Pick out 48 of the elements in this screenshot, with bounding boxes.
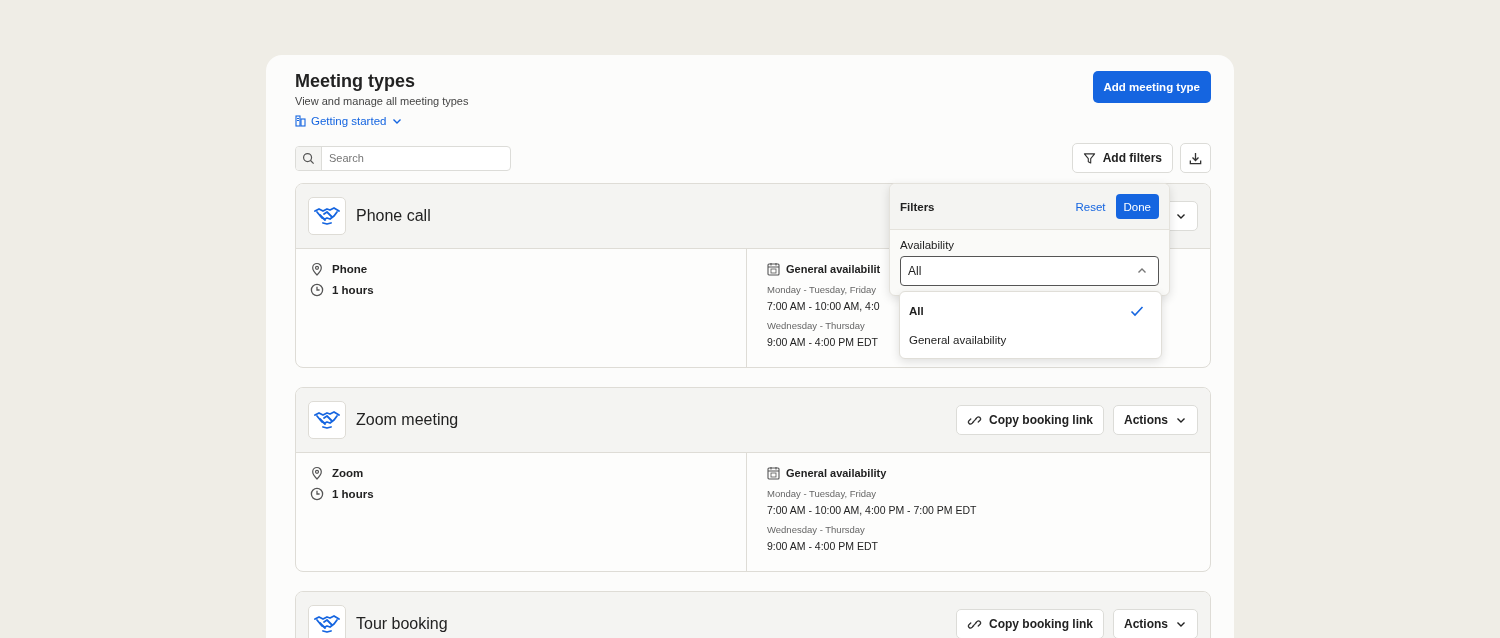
handshake-icon: [314, 614, 340, 634]
getting-started-link[interactable]: Getting started: [295, 115, 404, 127]
schedule-days: Monday - Tuesday, Friday: [767, 284, 877, 295]
search-icon: [302, 151, 315, 165]
filter-icon: [1082, 151, 1096, 165]
download-button[interactable]: [1180, 143, 1211, 173]
copy-link-button[interactable]: Copy booking link: [956, 609, 1104, 638]
schedule-hours: 7:00 AM - 10:00 AM, 4:0: [767, 300, 880, 312]
duration-label: 1 hours: [332, 488, 374, 500]
handshake-icon: [314, 206, 340, 226]
actions-button[interactable]: Actions: [1113, 609, 1198, 638]
download-icon: [1188, 150, 1203, 166]
checkmark-icon: [1130, 304, 1144, 317]
location-label: Zoom: [332, 467, 364, 479]
availability-title: General availability: [786, 467, 887, 479]
schedule-days: Wednesday - Thursday: [767, 524, 865, 535]
dropdown-option[interactable]: General availability: [900, 325, 1161, 354]
schedule-hours: 9:00 AM - 4:00 PM EDT: [767, 540, 878, 552]
availability-select[interactable]: All: [900, 256, 1159, 286]
calendar-icon: [767, 466, 780, 480]
clock-icon: [310, 283, 324, 297]
search-field[interactable]: Search: [295, 145, 511, 171]
schedule-days: Monday - Tuesday, Friday: [767, 488, 877, 499]
copy-link-button[interactable]: Copy booking link: [956, 405, 1104, 435]
schedule-days: Wednesday - Thursday: [767, 320, 865, 331]
dropdown-option[interactable]: All: [900, 296, 1161, 325]
location-label: Phone: [332, 263, 368, 275]
page-subtitle: View and manage all meeting types: [295, 95, 469, 107]
duration-label: 1 hours: [332, 284, 374, 296]
field-label: Availability: [900, 239, 956, 251]
clock-icon: [310, 487, 324, 501]
reset-link[interactable]: Reset: [1071, 196, 1110, 217]
schedule-hours: 9:00 AM - 4:00 PM EDT: [767, 336, 878, 348]
location-pin-icon: [310, 466, 324, 480]
done-button[interactable]: Done: [1115, 194, 1159, 219]
meeting-type-name: Zoom meeting: [356, 411, 460, 429]
location-pin-icon: [310, 262, 324, 276]
popover-title: Filters: [900, 200, 936, 213]
page-title: Meeting types: [295, 71, 417, 92]
calendar-icon: [767, 262, 780, 276]
handshake-icon: [314, 410, 340, 430]
book-icon: [295, 115, 306, 127]
add-filters-button[interactable]: Add filters: [1071, 143, 1173, 173]
meeting-type-name: Tour booking: [356, 615, 449, 633]
actions-button[interactable]: Actions: [1113, 405, 1198, 435]
add-meeting-type-button[interactable]: Add meeting type: [1092, 71, 1211, 103]
schedule-hours: 7:00 AM - 10:00 AM, 4:00 PM - 7:00 PM EDT: [767, 504, 977, 516]
availability-title: General availabilit: [786, 263, 881, 275]
